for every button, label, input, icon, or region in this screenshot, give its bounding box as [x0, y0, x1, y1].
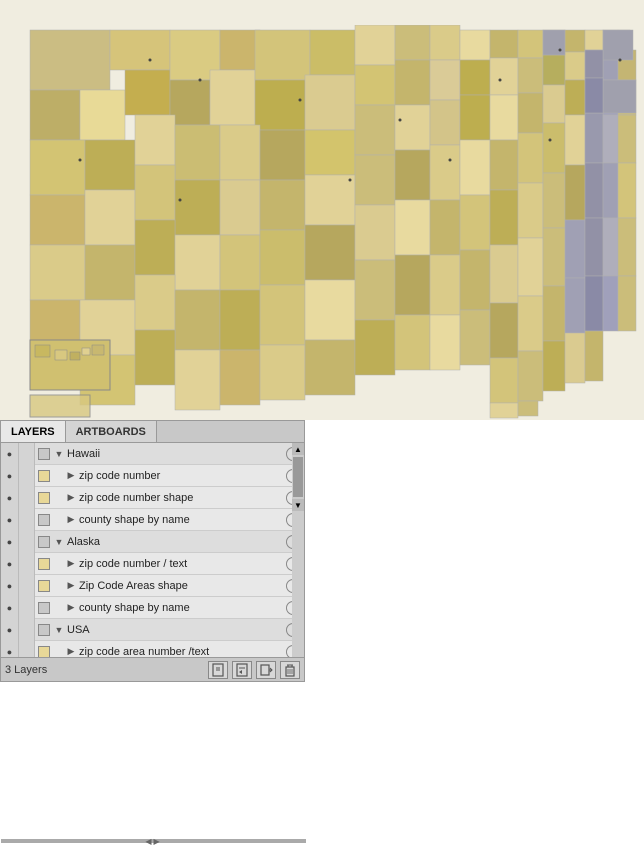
eye-icon: ● — [7, 625, 12, 635]
eye-icon: ● — [7, 647, 12, 657]
eye-col-hawaii[interactable]: ● — [1, 443, 19, 465]
swatch-hawaii — [38, 448, 50, 460]
layer-item-hawaii-zip-number[interactable]: ● ▶ zip code number — [1, 465, 304, 487]
tab-artboards[interactable]: ARTBOARDS — [66, 421, 157, 442]
panel-tabs: LAYERS ARTBOARDS — [1, 421, 304, 443]
swatch-col — [35, 465, 53, 487]
swatch — [38, 602, 50, 614]
swatch — [38, 514, 50, 526]
swatch-col-hawaii — [35, 443, 53, 465]
new-sublayer-btn[interactable] — [232, 661, 252, 679]
eye-icon: ● — [7, 515, 12, 525]
layer-name-alaska: Alaska — [65, 536, 286, 548]
layer-name: zip code number — [77, 470, 286, 482]
eye-icon: ● — [7, 537, 12, 547]
lock-col-hawaii[interactable] — [19, 443, 35, 465]
tab-layers[interactable]: LAYERS — [1, 421, 66, 442]
eye-icon: ● — [7, 581, 12, 591]
layer-name-hawaii-county: county shape by name — [77, 514, 286, 526]
expand-hawaii[interactable]: ▼ — [53, 449, 65, 459]
swatch — [38, 492, 50, 504]
layer-item-alaska-zip-areas[interactable]: ● ▶ Zip Code Areas shape — [1, 575, 304, 597]
layer-name-alaska-county: county shape by name — [77, 602, 286, 614]
layer-item-usa[interactable]: ● ▼ USA — [1, 619, 304, 641]
layer-name-usa-zip-area-text: zip code area number /text — [77, 646, 286, 658]
new-layer-btn[interactable] — [208, 661, 228, 679]
delete-layer-btn[interactable] — [280, 661, 300, 679]
layer-item-hawaii-zip-shape[interactable]: ● ▶ zip code number shape — [1, 487, 304, 509]
lock-col[interactable] — [19, 465, 35, 487]
scroll-down-btn[interactable]: ▼ — [292, 499, 304, 511]
page-icon — [211, 663, 225, 677]
eye-icon: ● — [7, 471, 12, 481]
swatch — [38, 580, 50, 592]
swatch — [38, 624, 50, 636]
eye-icon: ● — [7, 603, 12, 613]
layer-name-alaska-zip-text: zip code number / text — [77, 558, 286, 570]
layer-item-usa-zip-area-text[interactable]: ● ▶ zip code area number /text — [1, 641, 304, 657]
sublayer-icon — [235, 663, 249, 677]
scroll-up-btn[interactable]: ▲ — [292, 443, 304, 455]
swatch — [38, 470, 50, 482]
panel-toolbar: 3 Layers — [1, 657, 304, 681]
layers-count: 3 Layers — [5, 664, 47, 676]
swatch — [38, 558, 50, 570]
eye-icon: ● — [7, 493, 12, 503]
layer-name-hawaii-zip-shape: zip code number shape — [77, 492, 286, 504]
layer-item-hawaii-county[interactable]: ● ▶ county shape by name — [1, 509, 304, 531]
eye-col[interactable]: ● — [1, 465, 19, 487]
scroll-thumb[interactable] — [293, 457, 303, 497]
layer-item-alaska-county[interactable]: ● ▶ county shape by name — [1, 597, 304, 619]
trash-icon — [283, 663, 297, 677]
swatch — [38, 646, 50, 658]
resize-arrows: ◀▶ — [145, 837, 161, 846]
layer-item-alaska-zip-text[interactable]: ● ▶ zip code number / text — [1, 553, 304, 575]
layers-list[interactable]: ● ▼ Hawaii ● ▶ zip code number — [1, 443, 304, 657]
layer-name-hawaii: Hawaii — [65, 448, 286, 460]
expand-arrow[interactable]: ▶ — [65, 470, 77, 481]
swatch — [38, 536, 50, 548]
layer-item-alaska[interactable]: ● ▼ Alaska — [1, 531, 304, 553]
map-area — [0, 0, 644, 420]
layer-name-usa: USA — [65, 624, 286, 636]
move-to-layer-btn[interactable] — [256, 661, 276, 679]
scrollbar[interactable]: ▲ ▼ — [292, 443, 304, 657]
layers-panel: ◀▶ LAYERS ARTBOARDS ● ▼ Hawaii ● — [0, 420, 305, 682]
layer-name-alaska-zip-areas: Zip Code Areas shape — [77, 580, 286, 592]
eye-icon: ● — [7, 559, 12, 569]
move-icon — [259, 663, 273, 677]
panel-resize-bar[interactable]: ◀▶ — [1, 839, 306, 843]
eye-icon-hawaii: ● — [7, 449, 12, 459]
layer-item-hawaii[interactable]: ● ▼ Hawaii — [1, 443, 304, 465]
